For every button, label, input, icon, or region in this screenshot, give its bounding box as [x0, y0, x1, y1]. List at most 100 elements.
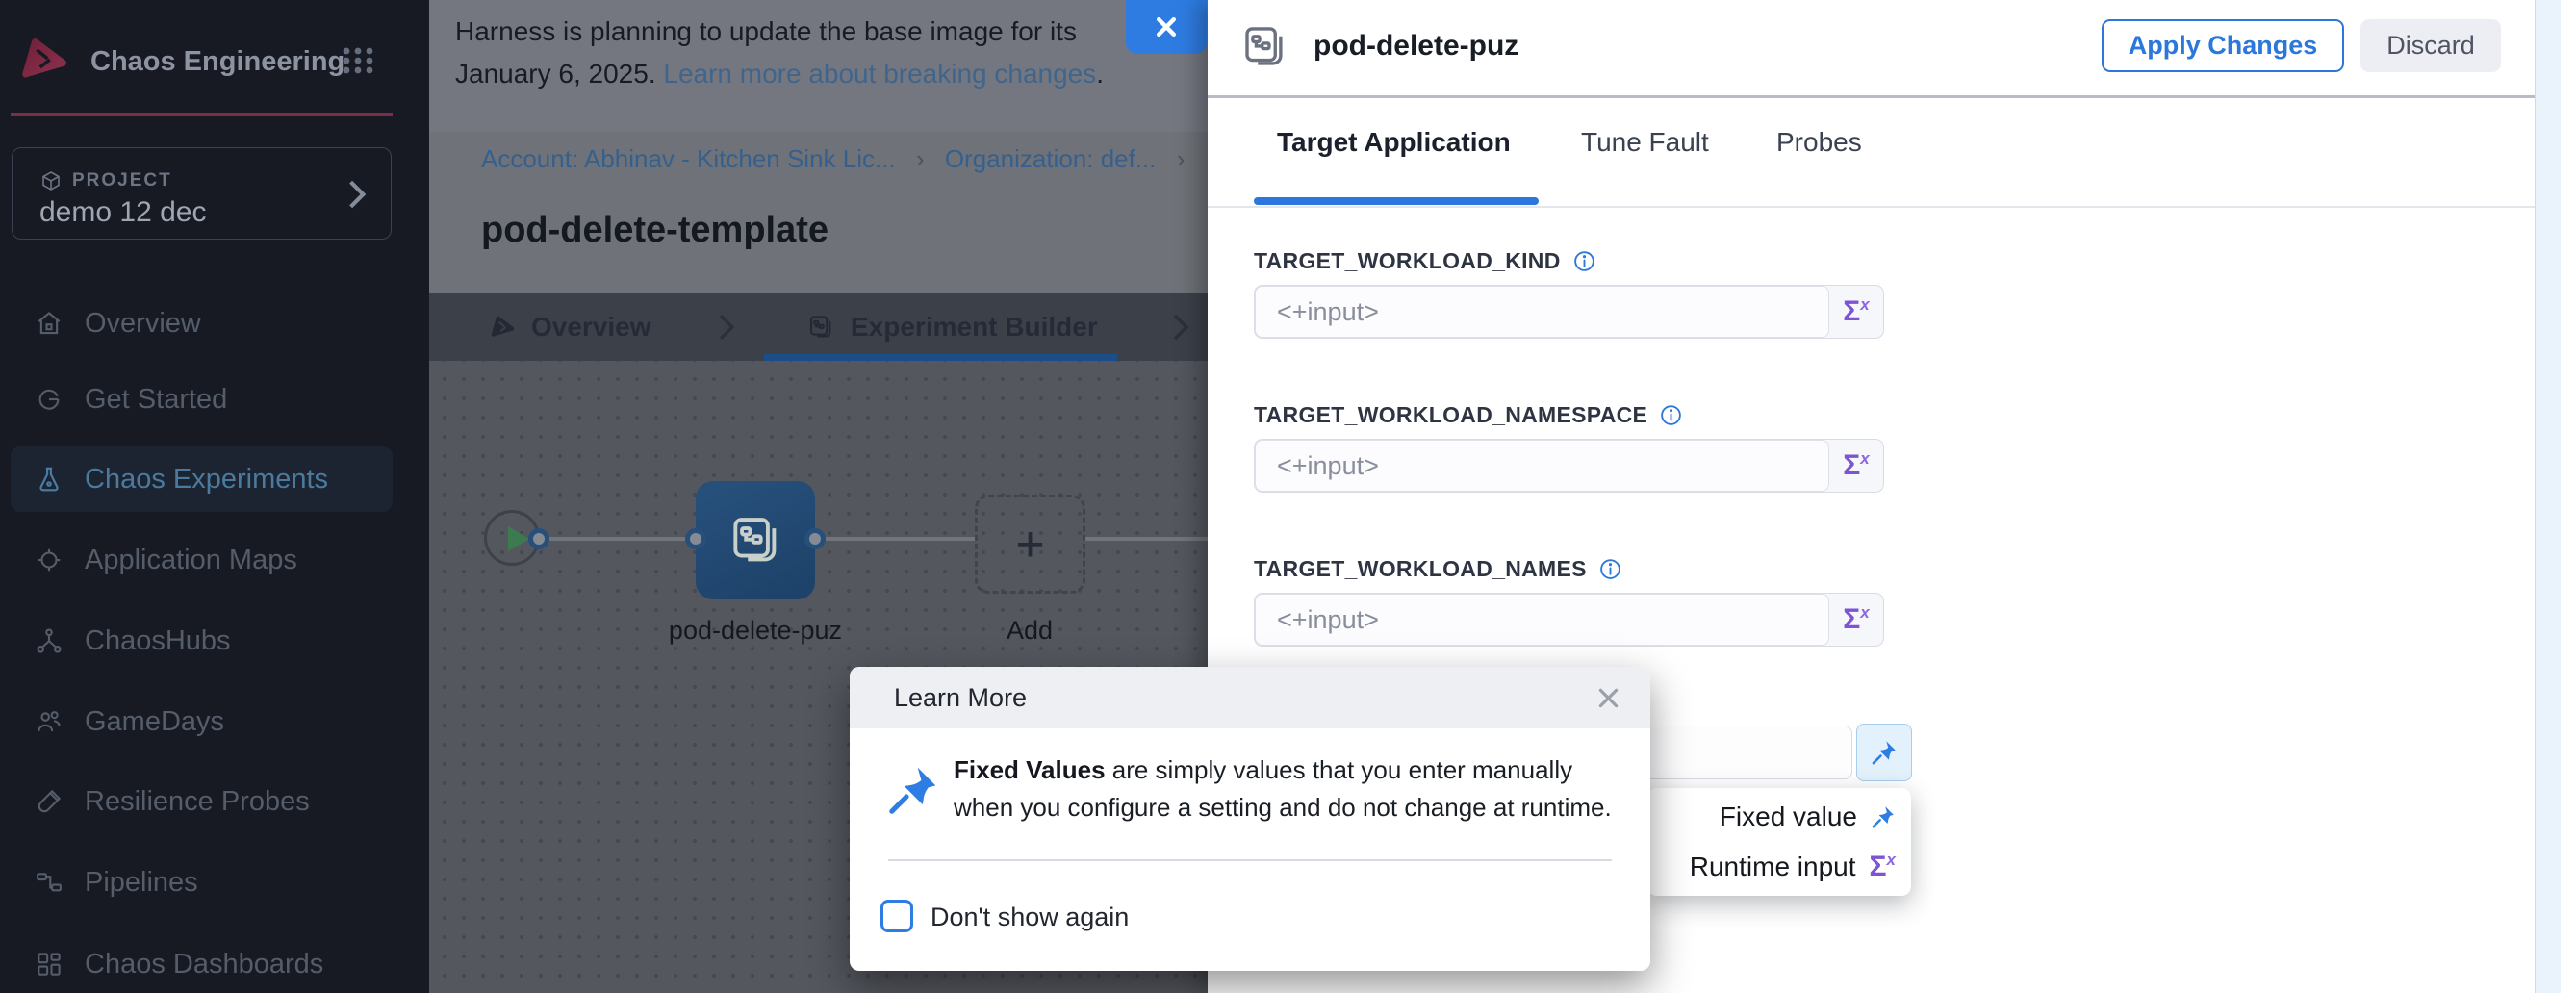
sidebar-item-label: Pipelines: [85, 867, 198, 899]
runtime-sigma-icon: Σx: [1870, 851, 1896, 883]
people-icon: [35, 707, 64, 736]
experiment-icon: [806, 313, 835, 342]
sidebar-item-chaoshubs[interactable]: ChaosHubs: [11, 608, 393, 674]
input-field: <+input>: [1255, 594, 1829, 646]
input-value: <+input>: [1277, 605, 1379, 635]
close-icon[interactable]: [1595, 685, 1621, 711]
sidebar-item-overview[interactable]: Overview: [11, 291, 393, 356]
popup-header: Learn More: [850, 667, 1650, 728]
field-label-row: TARGET_WORKLOAD_NAMES: [1254, 556, 1622, 582]
crosshair-icon: [35, 546, 64, 574]
panel-title: pod-delete-puz: [1314, 30, 1518, 63]
panel-scrollbar[interactable]: [2536, 0, 2561, 993]
sidebar: Chaos Engineering PROJECT demo 12 dec Ov…: [0, 0, 429, 993]
pipeline-icon: [35, 868, 64, 897]
sidebar-item-pipelines[interactable]: Pipelines: [11, 850, 393, 915]
breadcrumb-separator: ›: [916, 144, 925, 173]
field-label-target-workload-namespace: TARGET_WORKLOAD_NAMESPACE: [1254, 402, 1647, 428]
experiment-icon: [1238, 21, 1290, 73]
runtime-input-toggle[interactable]: Σx: [1829, 286, 1883, 338]
sidebar-item-label: Overview: [85, 308, 201, 340]
popup-body-text: Fixed Values are simply values that you …: [954, 751, 1620, 827]
menu-item-label: Fixed value: [1720, 802, 1857, 832]
pin-icon: [1871, 804, 1896, 829]
tab-tune-fault[interactable]: Tune Fault: [1581, 127, 1709, 158]
input-field: <+input>: [1255, 286, 1829, 338]
field-label-target-workload-names: TARGET_WORKLOAD_NAMES: [1254, 556, 1587, 582]
tab-overview[interactable]: Overview: [489, 293, 651, 361]
breadcrumb-account[interactable]: Account: Abhinav - Kitchen Sink Lic...: [481, 144, 896, 173]
flask-icon: [35, 465, 64, 494]
project-name: demo 12 dec: [39, 196, 206, 229]
tab-experiment-builder[interactable]: Experiment Builder: [806, 293, 1098, 361]
sidebar-item-get-started[interactable]: Get Started: [11, 367, 393, 432]
input-target-workload-namespace[interactable]: <+input> Σx: [1254, 439, 1884, 493]
breadcrumb-organization[interactable]: Organization: def...: [945, 144, 1157, 173]
input-field: <+input>: [1255, 440, 1829, 492]
runtime-input-toggle[interactable]: Σx: [1829, 594, 1883, 646]
input-target-workload-kind[interactable]: <+input> Σx: [1254, 285, 1884, 339]
project-selector[interactable]: PROJECT demo 12 dec: [12, 147, 392, 240]
sidebar-item-label: Chaos Experiments: [85, 464, 328, 496]
dont-show-again-checkbox[interactable]: [880, 900, 913, 932]
value-type-menu: Fixed value Runtime input Σx: [1647, 788, 1911, 896]
dont-show-again-label: Don't show again: [931, 903, 1129, 932]
info-icon[interactable]: [1659, 403, 1683, 427]
banner-link[interactable]: Learn more about breaking changes: [663, 59, 1096, 89]
banner-text-line1: Harness is planning to update the base i…: [455, 16, 1167, 47]
add-node-label: Add: [1007, 616, 1053, 646]
builder-tabstrip: Overview Experiment Builder: [429, 293, 1208, 361]
edge-add-continue: [1085, 537, 1208, 541]
chevron-right-icon: [346, 179, 368, 210]
runtime-input-toggle[interactable]: Σx: [1829, 440, 1883, 492]
fault-node-in-port[interactable]: [685, 528, 706, 549]
apply-changes-button[interactable]: Apply Changes: [2102, 19, 2344, 72]
fault-node-out-port[interactable]: [804, 528, 826, 549]
field-label-row: TARGET_WORKLOAD_KIND: [1254, 248, 1596, 274]
learn-more-popup: Learn More Fixed Values are simply value…: [850, 667, 1650, 971]
module-grid-icon[interactable]: [342, 46, 374, 75]
pin-icon: [886, 763, 940, 817]
field-label-target-workload-kind: TARGET_WORKLOAD_KIND: [1254, 248, 1561, 274]
input-target-workload-names[interactable]: <+input> Σx: [1254, 593, 1884, 647]
sidebar-item-label: Get Started: [85, 384, 227, 416]
harness-logo-icon: [489, 314, 516, 341]
fixed-value-toggle-button[interactable]: [1856, 724, 1912, 781]
sidebar-item-label: Chaos Dashboards: [85, 949, 323, 980]
announcement-banner: Harness is planning to update the base i…: [429, 0, 1208, 132]
sidebar-item-chaos-experiments[interactable]: Chaos Experiments: [11, 446, 393, 512]
page-title: pod-delete-template: [481, 210, 829, 251]
add-node-button[interactable]: +: [975, 495, 1085, 594]
project-cube-icon: [39, 169, 63, 192]
sidebar-item-label: Resilience Probes: [85, 786, 310, 818]
sidebar-item-resilience-probes[interactable]: Resilience Probes: [11, 769, 393, 834]
tab-probes[interactable]: Probes: [1776, 127, 1862, 158]
sidebar-item-gamedays[interactable]: GameDays: [11, 689, 393, 754]
info-icon[interactable]: [1598, 557, 1622, 581]
runtime-sigma-icon: Σx: [1843, 449, 1869, 482]
menu-item-fixed-value[interactable]: Fixed value: [1647, 792, 1911, 842]
discard-button[interactable]: Discard: [2360, 19, 2501, 72]
edge-fault-to-add: [826, 537, 975, 541]
hub-network-icon: [35, 626, 64, 655]
popup-divider: [888, 859, 1612, 861]
tab-experiment-builder-label: Experiment Builder: [851, 312, 1098, 343]
fault-node-pod-delete-puz[interactable]: [696, 481, 815, 599]
field-label-row: TARGET_WORKLOAD_NAMESPACE: [1254, 402, 1683, 428]
module-accent-rule: [11, 113, 393, 116]
menu-item-label: Runtime input: [1690, 852, 1856, 882]
info-icon[interactable]: [1572, 249, 1596, 273]
start-node-out-port[interactable]: [528, 528, 549, 549]
menu-item-runtime-input[interactable]: Runtime input Σx: [1647, 842, 1911, 892]
sidebar-item-label: Application Maps: [85, 545, 297, 576]
get-started-icon: [35, 385, 64, 414]
tab-target-application[interactable]: Target Application: [1277, 127, 1511, 158]
play-icon: [508, 526, 529, 551]
breadcrumb-separator: ›: [1177, 144, 1186, 173]
runtime-sigma-icon: Σx: [1843, 603, 1869, 636]
banner-close-button[interactable]: [1126, 0, 1207, 54]
active-tab-underline: [764, 354, 1117, 361]
sidebar-item-chaos-dashboards[interactable]: Chaos Dashboards: [11, 931, 393, 993]
chevron-right-icon: [718, 313, 735, 342]
sidebar-item-application-maps[interactable]: Application Maps: [11, 527, 393, 593]
